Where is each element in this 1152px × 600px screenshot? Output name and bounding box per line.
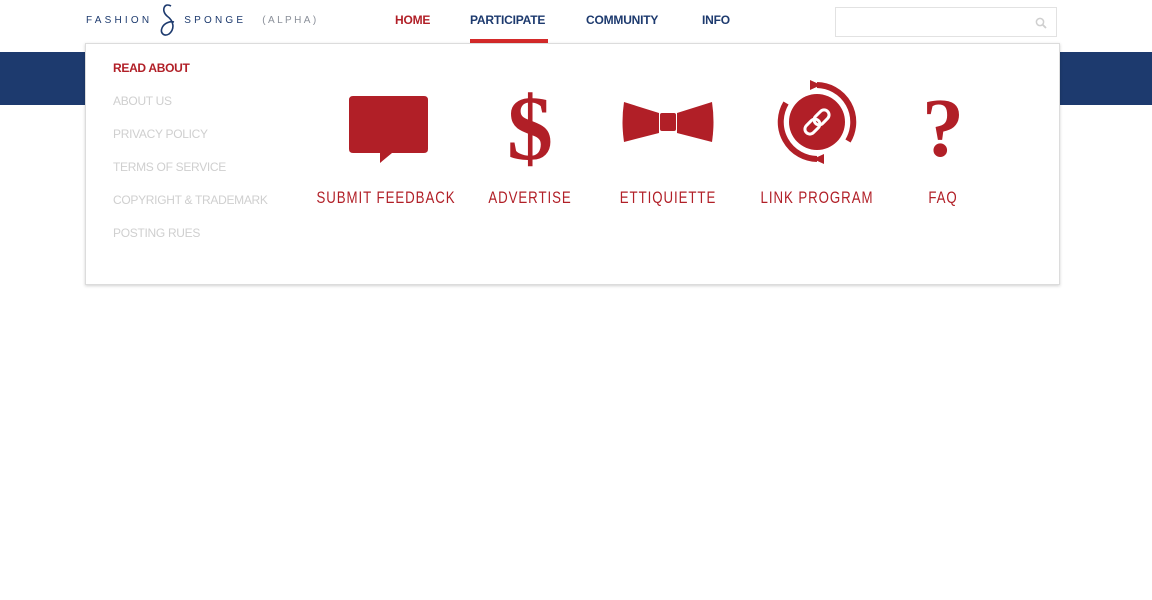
logo-word-right: SPONGE — [184, 14, 247, 26]
link-privacy-policy[interactable]: PRIVACY POLICY — [113, 127, 268, 160]
link-program-label: LINK PROGRAM — [760, 188, 874, 207]
tile-faq[interactable]: ? FAQ — [906, 80, 980, 207]
svg-text:$: $ — [507, 80, 553, 170]
logo-ampersand-icon — [158, 3, 178, 37]
tile-submit-feedback[interactable]: SUBMIT FEEDBACK — [316, 80, 455, 207]
link-about-us[interactable]: ABOUT US — [113, 94, 268, 127]
search-input[interactable] — [836, 8, 1042, 34]
svg-text:?: ? — [922, 82, 964, 170]
link-terms-of-service[interactable]: TERMS OF SERVICE — [113, 160, 268, 193]
advertise-label: ADVERTISE — [488, 188, 572, 207]
fashion-sponge-logo[interactable]: FASHION SPONGE (ALPHA) — [86, 2, 319, 38]
link-copyright-trademark[interactable]: COPYRIGHT & TRADEMARK — [113, 193, 268, 226]
tile-advertise[interactable]: $ ADVERTISE — [478, 80, 582, 207]
speech-bubble-icon — [349, 96, 428, 163]
etiquette-label: ETTIQUIETTE — [619, 188, 717, 207]
nav-community[interactable]: COMMUNITY — [586, 13, 658, 27]
nav-participate[interactable]: PARTICIPATE — [470, 13, 545, 27]
nav-home[interactable]: HOME — [395, 13, 430, 27]
read-about-heading: READ ABOUT — [113, 61, 190, 75]
read-about-menu: READ ABOUT ABOUT US PRIVACY POLICY TERMS… — [113, 61, 268, 259]
search-box — [835, 7, 1057, 37]
faq-label: FAQ — [928, 188, 958, 207]
question-mark-icon: ? — [922, 82, 964, 170]
link-cycle-icon — [777, 80, 857, 164]
dollar-icon: $ — [507, 80, 553, 170]
search-icon[interactable] — [1035, 16, 1047, 29]
logo-word-left: FASHION — [86, 14, 153, 26]
link-posting-rules[interactable]: POSTING RUES — [113, 226, 268, 259]
submit-feedback-label: SUBMIT FEEDBACK — [316, 188, 456, 207]
tile-etiquette[interactable]: ETTIQUIETTE — [614, 80, 722, 207]
tile-link-program[interactable]: LINK PROGRAM — [758, 80, 876, 207]
logo-alpha-tag: (ALPHA) — [262, 14, 319, 26]
nav-info[interactable]: INFO — [702, 13, 730, 27]
participate-dropdown-panel: READ ABOUT ABOUT US PRIVACY POLICY TERMS… — [85, 43, 1060, 285]
bowtie-icon — [622, 102, 714, 142]
